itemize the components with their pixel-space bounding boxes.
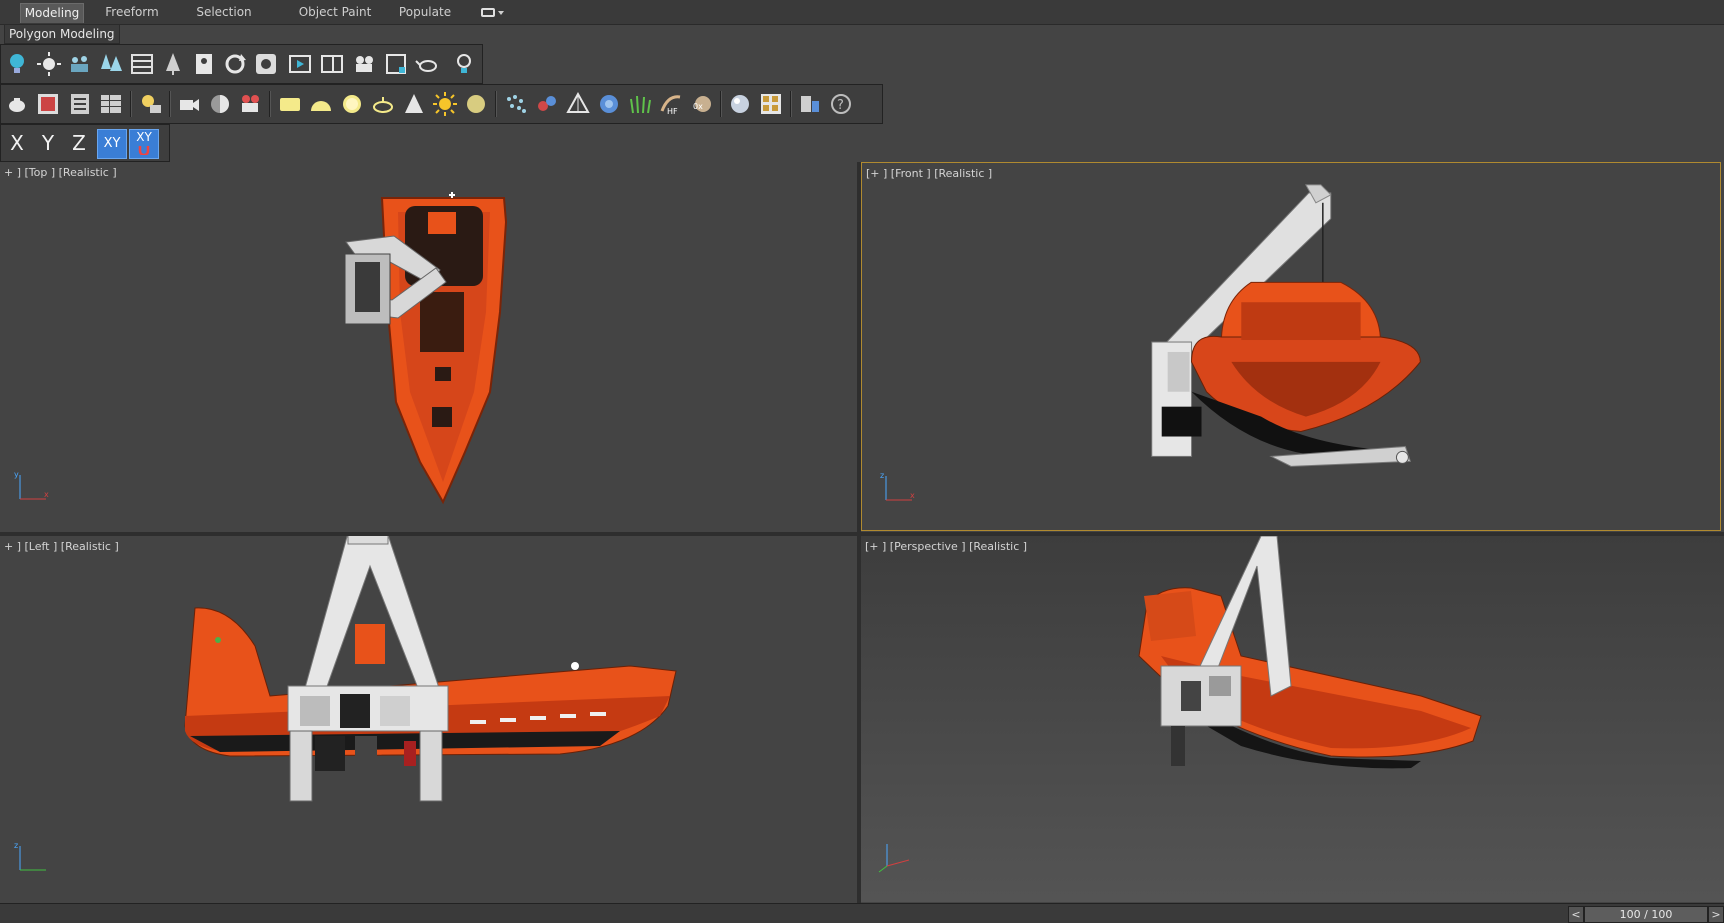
viewport-label-perspective[interactable]: [+ ] [Perspective ] [Realistic ] — [865, 540, 1027, 553]
toolbar-separator — [790, 91, 792, 117]
foliage-icon[interactable] — [98, 51, 124, 77]
material-editor-icon[interactable] — [758, 91, 784, 117]
tab-populate[interactable]: Populate — [395, 3, 455, 22]
tree-icon[interactable] — [160, 51, 186, 77]
tab-freeform[interactable]: Freeform — [96, 3, 168, 22]
time-slider[interactable]: 100 / 100 — [1584, 906, 1708, 923]
video-camera-icon[interactable] — [176, 91, 202, 117]
viewport-left[interactable]: + ] [Left ] [Realistic ] z — [0, 536, 857, 902]
viewport-label-top[interactable]: + ] [Top ] [Realistic ] — [4, 166, 117, 179]
viewport-label-left[interactable]: + ] [Left ] [Realistic ] — [4, 540, 119, 553]
toolbar-separator — [720, 91, 722, 117]
axis-constraints-toolbar: X Y Z XY XY — [0, 124, 170, 162]
picture-frame-icon[interactable] — [35, 91, 61, 117]
sun-light-icon[interactable] — [36, 51, 62, 77]
polygon-modeling-label[interactable]: Polygon Modeling — [4, 24, 120, 44]
ambient-light-icon[interactable] — [463, 91, 489, 117]
hair-fur-icon[interactable]: HF — [658, 91, 684, 117]
teapot-icon[interactable] — [415, 51, 441, 77]
top-view-scene — [344, 192, 508, 505]
toolbar-separator — [169, 91, 171, 117]
status-bar: < 100 / 100 > — [0, 903, 1724, 923]
list-panel-icon[interactable] — [67, 91, 93, 117]
constrain-y-button[interactable]: Y — [34, 129, 62, 157]
frame-play-icon[interactable] — [287, 51, 313, 77]
tab-object-paint[interactable]: Object Paint — [285, 3, 385, 22]
axis-gizmo: y x — [14, 470, 49, 500]
constrain-x-button[interactable]: X — [3, 129, 31, 157]
bulb-outline-icon[interactable] — [451, 51, 477, 77]
film-camera-icon[interactable] — [238, 91, 264, 117]
light-bulb-icon[interactable] — [4, 51, 30, 77]
svg-text:x: x — [910, 491, 915, 500]
tab-selection[interactable]: Selection — [188, 3, 260, 22]
time-slider-prev-button[interactable]: < — [1568, 906, 1584, 923]
particles-icon[interactable] — [503, 91, 529, 117]
table-panel-icon[interactable] — [98, 91, 124, 117]
shell-icon[interactable]: 0x — [689, 91, 715, 117]
left-view-scene — [184, 536, 677, 802]
viewport-perspective[interactable]: [+ ] [Perspective ] [Realistic ] — [861, 536, 1724, 902]
grid-panel-icon[interactable] — [129, 51, 155, 77]
create-toolbar-row-2: HF 0x ? — [0, 84, 883, 124]
rotate-icon[interactable] — [222, 51, 248, 77]
lens-icon[interactable] — [207, 91, 233, 117]
create-toolbar-row-1 — [0, 44, 483, 84]
pyramid-icon[interactable] — [565, 91, 591, 117]
front-view-scene — [1151, 184, 1421, 467]
material-sphere-icon[interactable] — [727, 91, 753, 117]
svg-text:?: ? — [837, 98, 844, 113]
crowd-icon[interactable] — [67, 51, 93, 77]
toolbar-separator — [495, 91, 497, 117]
axis-gizmo: z x — [880, 471, 915, 501]
svg-text:0x: 0x — [693, 102, 703, 111]
spot-light-icon[interactable] — [401, 91, 427, 117]
teapot-object-icon[interactable] — [4, 91, 30, 117]
grass-icon[interactable] — [627, 91, 653, 117]
figure-icon[interactable] — [191, 51, 217, 77]
tab-modeling[interactable]: Modeling — [20, 3, 84, 23]
sequence-icon[interactable] — [319, 51, 345, 77]
plane-light-icon[interactable] — [277, 91, 303, 117]
viewport-front[interactable]: [+ ] [Front ] [Realistic ] z x — [861, 162, 1721, 531]
viewport-frame-icon[interactable] — [383, 51, 409, 77]
svg-text:z: z — [880, 471, 884, 480]
axis-gizmo: z — [14, 841, 46, 871]
axis-gizmo — [878, 844, 910, 873]
dome-light-icon[interactable] — [308, 91, 334, 117]
svg-text:x: x — [44, 490, 49, 499]
sun-icon[interactable] — [432, 91, 458, 117]
gear-sphere-icon[interactable] — [596, 91, 622, 117]
viewport-top[interactable]: + ] [Top ] [Realistic ] y x — [0, 162, 857, 532]
render-view-icon[interactable] — [253, 51, 279, 77]
toolbar-separator — [269, 91, 271, 117]
svg-text:z: z — [14, 841, 18, 850]
perspective-view-scene — [1138, 536, 1482, 769]
molecule-icon[interactable] — [534, 91, 560, 117]
light-lister-icon[interactable] — [138, 91, 164, 117]
camera-icon[interactable] — [351, 51, 377, 77]
toolbar-separator — [130, 91, 132, 117]
constrain-xy-snap-button[interactable]: XY — [129, 129, 159, 159]
ribbon-tab-bar: Modeling Freeform Selection Object Paint… — [0, 0, 1724, 25]
constrain-xy-button[interactable]: XY — [97, 129, 127, 159]
mesh-light-icon[interactable] — [370, 91, 396, 117]
svg-text:HF: HF — [667, 107, 678, 116]
svg-text:y: y — [14, 470, 19, 479]
render-setup-icon[interactable] — [797, 91, 823, 117]
ribbon-options-dropdown[interactable] — [480, 6, 506, 19]
sphere-light-icon[interactable] — [339, 91, 365, 117]
time-slider-next-button[interactable]: > — [1708, 906, 1724, 923]
constrain-z-button[interactable]: Z — [65, 129, 93, 157]
magnet-icon — [138, 146, 150, 155]
viewport-label-front[interactable]: [+ ] [Front ] [Realistic ] — [866, 167, 992, 180]
help-icon[interactable]: ? — [828, 91, 854, 117]
xy-snap-label: XY — [136, 130, 152, 144]
